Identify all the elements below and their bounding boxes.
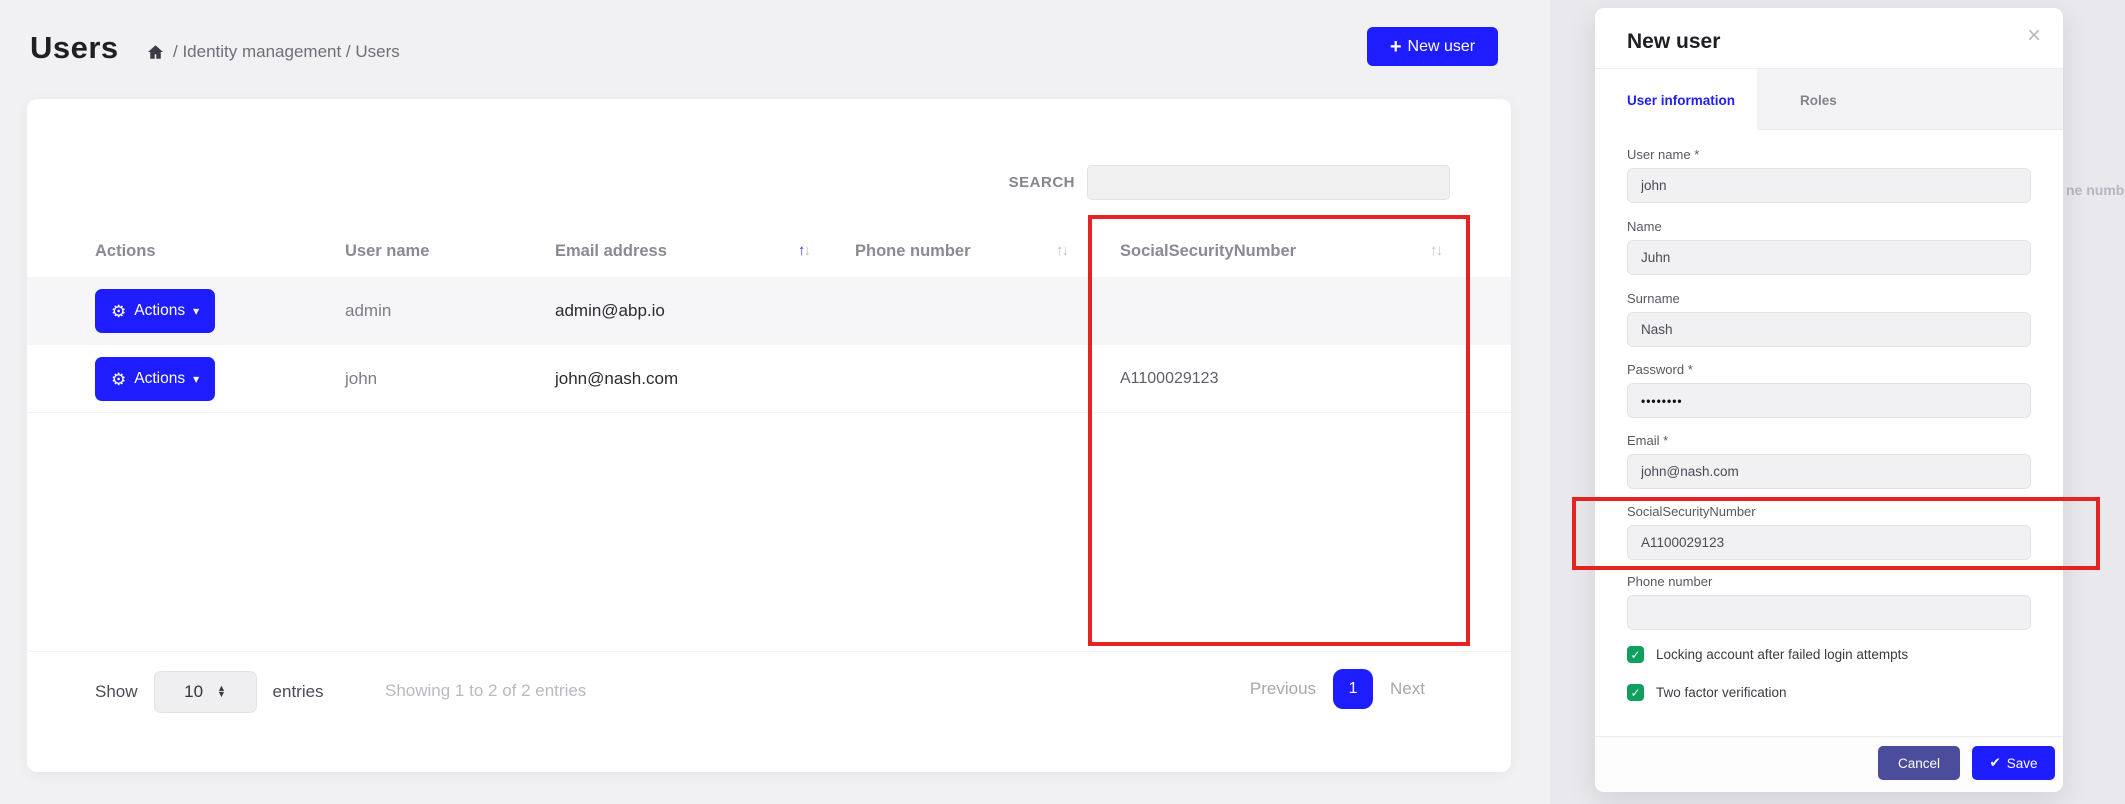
plus-icon: + [1390,37,1402,57]
checkbox-checked-icon: ✓ [1627,646,1644,663]
column-header-phone[interactable]: Phone number [855,242,971,261]
next-page-button[interactable]: Next [1390,679,1425,699]
sort-down-icon: ↓ [804,242,810,259]
field-ssn: SocialSecurityNumber [1627,504,2031,560]
entries-label: entries [273,682,324,702]
new-user-button-label: New user [1408,38,1476,56]
cancel-button[interactable]: Cancel [1878,746,1960,780]
gear-icon: ⚙ [111,371,126,388]
page-size-select[interactable]: 10 ▲▼ [154,671,257,713]
current-page-button[interactable]: 1 [1333,669,1373,709]
password-field[interactable] [1627,383,2031,418]
checkbox-label: Two factor verification [1656,685,1787,700]
field-label: Password * [1627,362,2031,377]
cell-email: john@nash.com [555,345,678,413]
field-phone: Phone number [1627,574,2031,630]
field-label: Surname [1627,291,2031,306]
actions-button-label: Actions [134,370,185,388]
sort-down-icon: ↓ [1436,242,1442,259]
column-header-actions: Actions [95,242,156,261]
divider [27,651,1511,652]
breadcrumb-path[interactable]: / Identity management / Users [173,42,400,62]
table-row: ⚙ Actions ▾ john john@nash.com A11000291… [27,345,1511,413]
tab-user-information[interactable]: User information [1595,69,1757,131]
check-icon: ✔ [1989,755,2000,771]
table-row: ⚙ Actions ▾ admin admin@abp.io [27,277,1511,345]
new-user-modal: New user × User information Roles User n… [1595,8,2063,792]
sort-icon-ssn[interactable]: ↑↓ [1430,242,1441,259]
field-label: Email * [1627,433,2031,448]
chevron-down-icon: ▾ [193,372,199,386]
field-password: Password * [1627,362,2031,418]
actions-button[interactable]: ⚙ Actions ▾ [95,357,215,401]
checkbox-checked-icon: ✓ [1627,684,1644,701]
sort-down-icon: ↓ [1062,242,1068,259]
stepper-icon: ▲▼ [217,686,226,697]
show-label: Show [95,682,138,702]
ssn-field[interactable] [1627,525,2031,560]
field-surname: Surname [1627,291,2031,347]
checkbox-lockout[interactable]: ✓ Locking account after failed login att… [1627,646,1908,663]
tab-roles[interactable]: Roles [1800,69,1837,131]
column-header-email[interactable]: Email address [555,242,667,261]
checkbox-label: Locking account after failed login attem… [1656,647,1908,662]
modal-title: New user [1627,30,1720,54]
username-field[interactable] [1627,168,2031,203]
cell-username: john [345,345,377,413]
page-size-value: 10 [184,682,203,702]
home-icon[interactable] [146,43,165,61]
column-header-ssn[interactable]: SocialSecurityNumber [1120,242,1296,261]
field-name: Name [1627,219,2031,275]
screen: Users / Identity management / Users + Ne… [0,0,2125,804]
checkbox-two-factor[interactable]: ✓ Two factor verification [1627,684,1787,701]
field-label: Name [1627,219,2031,234]
cell-ssn: A1100029123 [1120,345,1218,413]
name-field[interactable] [1627,240,2031,275]
entries-summary: Showing 1 to 2 of 2 entries [385,681,586,701]
new-user-button[interactable]: + New user [1367,27,1498,66]
save-button[interactable]: ✔ Save [1972,746,2055,780]
cell-username: admin [345,277,391,345]
chevron-down-icon: ▾ [193,304,199,318]
page-title: Users [30,30,119,66]
actions-button[interactable]: ⚙ Actions ▾ [95,289,215,333]
cell-email: admin@abp.io [555,277,665,345]
users-page: Users / Identity management / Users + Ne… [0,0,1550,804]
previous-page-button[interactable]: Previous [1250,679,1316,699]
field-email: Email * [1627,433,2031,489]
search-input[interactable] [1087,165,1450,200]
column-header-username: User name [345,242,429,261]
page-size-control: Show 10 ▲▼ entries [95,671,324,713]
field-label: User name * [1627,147,2031,162]
field-label: Phone number [1627,574,2031,589]
pagination: Previous 1 Next [1250,669,1425,709]
close-icon[interactable]: × [2027,24,2041,48]
modal-backdrop: ne numbe New user × User information Rol… [1550,0,2125,804]
ghost-text: ne numbe [2066,182,2125,198]
modal-tabbar: User information Roles [1595,68,2063,130]
breadcrumb: / Identity management / Users [146,42,400,62]
phone-field[interactable] [1627,595,2031,630]
users-table-card: SEARCH Actions User name Email address ↑… [27,99,1511,772]
sort-icon-phone[interactable]: ↑↓ [1056,242,1067,259]
modal-footer: Cancel ✔ Save [1595,736,2063,792]
email-field[interactable] [1627,454,2031,489]
field-username: User name * [1627,147,2031,203]
gear-icon: ⚙ [111,303,126,320]
actions-button-label: Actions [134,302,185,320]
field-label: SocialSecurityNumber [1627,504,2031,519]
save-button-label: Save [2007,756,2038,771]
search-label: SEARCH [875,174,1075,191]
surname-field[interactable] [1627,312,2031,347]
sort-icon-email[interactable]: ↑↓ [798,242,809,259]
